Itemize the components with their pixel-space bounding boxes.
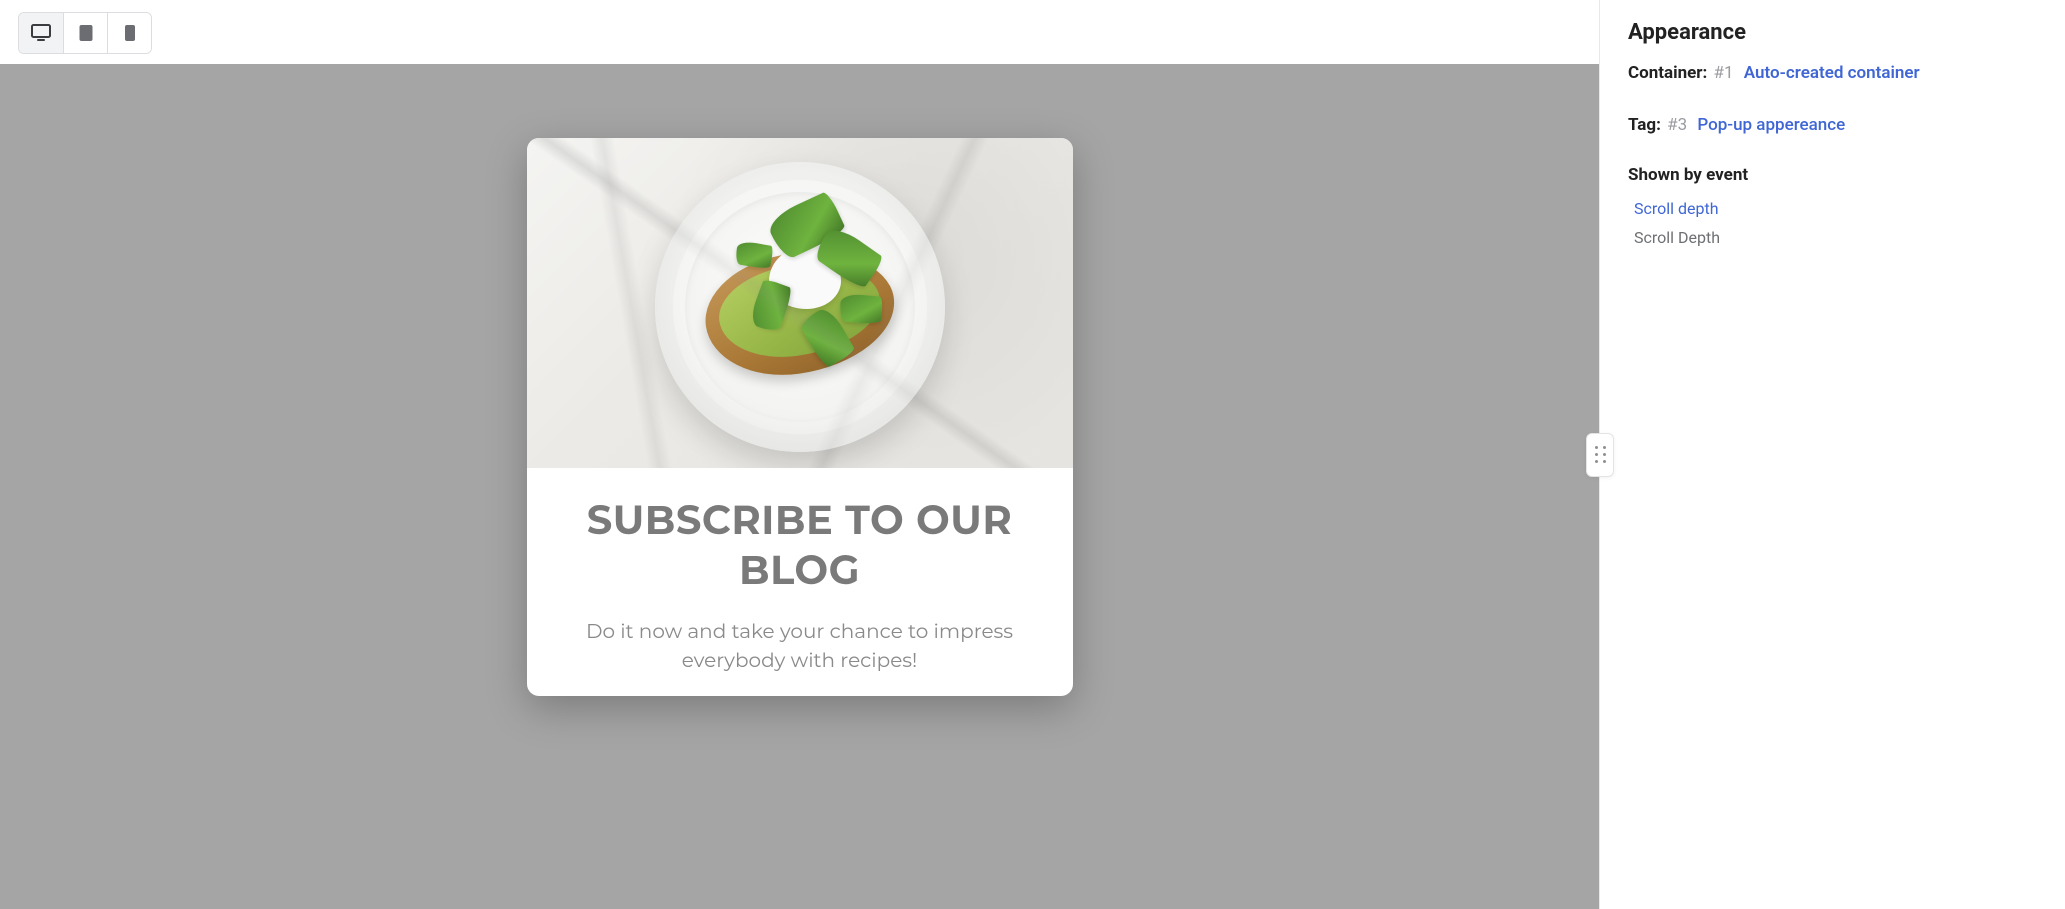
desktop-icon (31, 24, 51, 42)
container-number: #1 (1714, 63, 1734, 83)
container-field: Container: #1 Auto-created container (1628, 63, 2037, 83)
tag-link[interactable]: Pop-up appereance (1697, 115, 1845, 135)
sidebar-resize-handle[interactable] (1586, 433, 1614, 477)
tag-label: Tag: (1628, 115, 1661, 135)
event-scroll-depth-label: Scroll Depth (1634, 228, 2037, 247)
popup-preview[interactable]: SUBSCRIBE TO OUR BLOG Do it now and take… (527, 138, 1073, 696)
mobile-icon (124, 24, 136, 42)
sidebar-panel: Appearance Container: #1 Auto-created co… (1599, 0, 2065, 909)
container-link[interactable]: Auto-created container (1744, 63, 1920, 83)
popup-subtitle: Do it now and take your chance to impres… (563, 618, 1037, 676)
device-switch (18, 12, 152, 54)
popup-title: SUBSCRIBE TO OUR BLOG (563, 496, 1037, 596)
event-scroll-depth-link[interactable]: Scroll depth (1634, 199, 2037, 218)
device-desktop-button[interactable] (19, 13, 63, 53)
panel-title: Appearance (1628, 20, 2037, 45)
drag-handle-icon (1595, 446, 1606, 463)
device-toolbar (0, 0, 1599, 64)
tag-field: Tag: #3 Pop-up appereance (1628, 115, 2037, 135)
events-heading: Shown by event (1628, 165, 2037, 185)
tablet-icon (78, 24, 94, 42)
device-tablet-button[interactable] (63, 13, 107, 53)
container-label: Container: (1628, 63, 1707, 83)
tag-number: #3 (1667, 115, 1687, 135)
preview-canvas[interactable]: SUBSCRIBE TO OUR BLOG Do it now and take… (0, 64, 1599, 909)
popup-hero-image (527, 138, 1073, 468)
device-mobile-button[interactable] (107, 13, 151, 53)
